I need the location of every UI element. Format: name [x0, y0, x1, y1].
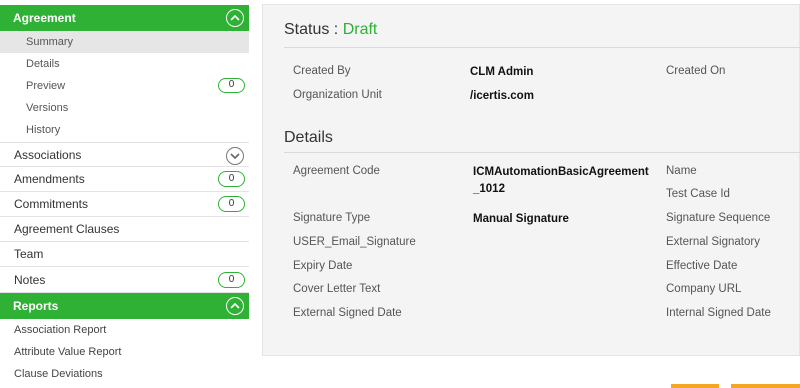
count-badge: 0 — [218, 196, 245, 212]
reports-section-header[interactable]: Reports — [0, 293, 249, 319]
sidebar-item-details[interactable]: Details — [0, 53, 249, 75]
sidebar-item-team[interactable]: Team — [0, 242, 249, 267]
sidebar-item-agreement-clauses[interactable]: Agreement Clauses — [0, 217, 249, 242]
sidebar-item-associations[interactable]: Associations — [0, 142, 249, 167]
external-signed-date-label: External Signed Date — [293, 307, 402, 319]
signature-type-label: Signature Type — [293, 212, 371, 224]
count-badge: 0 — [218, 272, 245, 288]
sidebar-item-commitments[interactable]: Commitments 0 — [0, 192, 249, 217]
divider — [284, 152, 800, 153]
summary-panel — [262, 4, 800, 356]
agreement-code-value-line1: ICMAutomationBasicAgreement — [473, 166, 649, 178]
chevron-up-icon[interactable] — [226, 9, 244, 27]
org-unit-value: /icertis.com — [470, 90, 534, 102]
sidebar-item-label: Summary — [26, 36, 74, 48]
sidebar-item-label: Details — [26, 58, 60, 70]
sidebar-item-label: Agreement Clauses — [14, 222, 120, 236]
report-label: Attribute Value Report — [14, 346, 122, 358]
sidebar: Agreement Summary Details Preview 0 Vers… — [0, 0, 249, 388]
sidebar-item-label: Notes — [14, 273, 46, 287]
divider — [284, 47, 800, 48]
org-unit-label: Organization Unit — [293, 89, 382, 101]
reports-header-label: Reports — [13, 299, 59, 313]
count-badge: 0 — [218, 171, 245, 187]
user-email-signature-label: USER_Email_Signature — [293, 236, 416, 248]
report-label: Association Report — [14, 324, 107, 336]
chevron-up-icon[interactable] — [226, 297, 244, 315]
agreement-code-label: Agreement Code — [293, 165, 380, 177]
action-button[interactable] — [671, 384, 719, 388]
cover-letter-text-label: Cover Letter Text — [293, 283, 381, 295]
name-label: Name — [666, 165, 697, 177]
sidebar-item-label: Versions — [26, 102, 69, 114]
sidebar-item-label: Associations — [14, 148, 82, 162]
report-label: Clause Deviations — [14, 368, 103, 380]
signature-sequence-label: Signature Sequence — [666, 212, 771, 224]
test-case-label: Test Case Id — [666, 188, 730, 200]
report-link-attribute-value[interactable]: Attribute Value Report — [0, 341, 249, 363]
sidebar-item-label: History — [26, 124, 61, 136]
created-on-label: Created On — [666, 65, 726, 77]
sidebar-item-versions[interactable]: Versions — [0, 97, 249, 119]
sidebar-item-label: Preview — [26, 80, 66, 92]
action-button[interactable] — [731, 384, 800, 388]
status-label: Status : — [284, 21, 339, 38]
agreement-header-label: Agreement — [13, 11, 76, 25]
chevron-down-icon[interactable] — [226, 147, 244, 165]
sidebar-item-amendments[interactable]: Amendments 0 — [0, 167, 249, 192]
sidebar-item-preview[interactable]: Preview 0 — [0, 75, 249, 97]
signature-type-value: Manual Signature — [473, 213, 569, 225]
report-link-association[interactable]: Association Report — [0, 319, 249, 341]
expiry-date-label: Expiry Date — [293, 260, 353, 272]
created-by-label: Created By — [293, 65, 351, 77]
report-link-clause-deviations[interactable]: Clause Deviations — [0, 363, 249, 385]
effective-date-label: Effective Date — [666, 260, 738, 272]
created-by-value: CLM Admin — [470, 66, 534, 78]
sidebar-item-notes[interactable]: Notes 0 — [0, 268, 249, 293]
company-url-label: Company URL — [666, 283, 742, 295]
agreement-code-value-line2: _1012 — [473, 183, 505, 195]
details-title: Details — [284, 129, 333, 146]
external-signatory-label: External Signatory — [666, 236, 760, 248]
sidebar-item-label: Team — [14, 247, 44, 261]
status-line: Status : Draft — [284, 21, 377, 39]
sidebar-item-label: Amendments — [14, 172, 85, 186]
sidebar-item-summary[interactable]: Summary — [0, 31, 249, 53]
status-value: Draft — [342, 21, 378, 38]
agreement-section-header[interactable]: Agreement — [0, 5, 249, 31]
internal-signed-date-label: Internal Signed Date — [666, 307, 771, 319]
sidebar-item-history[interactable]: History — [0, 119, 249, 141]
count-badge: 0 — [218, 78, 245, 93]
sidebar-item-label: Commitments — [14, 197, 89, 211]
